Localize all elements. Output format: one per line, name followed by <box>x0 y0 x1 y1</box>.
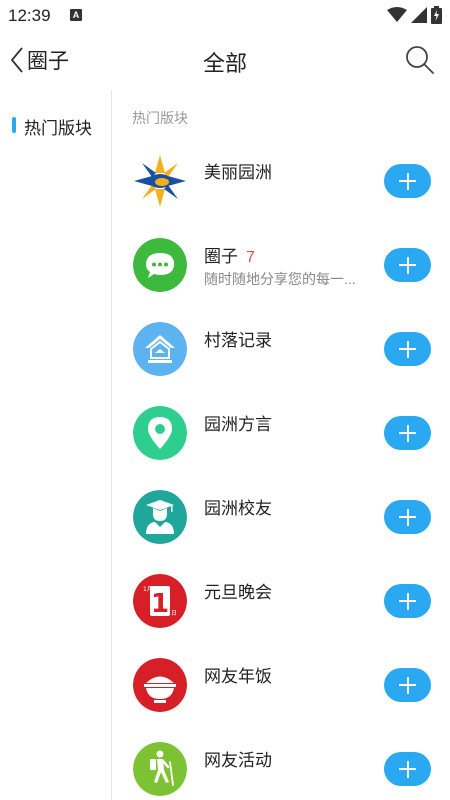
join-button[interactable] <box>384 164 431 198</box>
app-header: 圈子 全部 <box>0 32 450 88</box>
list-item[interactable]: 园洲校友 <box>113 486 450 570</box>
forum-list: 美丽园洲 圈子 7 随时随地分享您的每一... 村落记录 园洲方言 园洲校友 1… <box>113 150 450 800</box>
sidebar-item-label: 热门版块 <box>24 119 92 138</box>
page-title: 全部 <box>202 51 247 76</box>
item-title: 村落记录 <box>204 331 272 350</box>
join-button[interactable] <box>384 416 431 450</box>
list-item[interactable]: 圈子 7 随时随地分享您的每一... <box>113 234 450 318</box>
list-item[interactable]: 村落记录 <box>113 318 450 402</box>
item-title: 园洲方言 <box>204 415 272 434</box>
join-button[interactable] <box>384 584 431 618</box>
handshake-logo-icon <box>133 154 187 208</box>
wifi-icon <box>387 7 407 22</box>
list-item[interactable]: 园洲方言 <box>113 402 450 486</box>
search-icon <box>406 46 434 74</box>
list-item[interactable]: 网友年饭 <box>113 654 450 738</box>
graduate-icon <box>133 490 187 544</box>
list-item[interactable]: 网友活动 <box>113 738 450 800</box>
status-bar: 12:39 A <box>0 0 450 32</box>
house-icon <box>133 322 187 376</box>
section-header: 热门版块 <box>132 110 188 126</box>
join-button[interactable] <box>384 752 431 786</box>
calendar-jan-1-icon: 1月 1 日 <box>133 574 187 628</box>
status-time: 12:39 <box>8 6 51 25</box>
calendar-day-label: 1 <box>151 589 169 619</box>
post-count: 7 <box>246 249 255 266</box>
list-item[interactable]: 1月 1 日 元旦晚会 <box>113 570 450 654</box>
item-title: 元旦晚会 <box>204 583 272 602</box>
forum-list-panel: 热门版块 美丽园洲 圈子 7 随时随地分享您的每一... 村落记录 园洲方言 园… <box>113 90 450 800</box>
join-button[interactable] <box>384 500 431 534</box>
battery-charging-icon <box>431 6 442 24</box>
notification-a-icon: A <box>70 9 82 21</box>
item-description: 随时随地分享您的每一... <box>204 271 356 287</box>
item-title: 网友活动 <box>204 751 272 770</box>
item-title: 园洲校友 <box>204 499 272 518</box>
category-sidebar: 热门版块 <box>0 90 112 800</box>
signal-icon <box>411 7 427 23</box>
item-title: 网友年饭 <box>204 667 272 686</box>
item-title: 美丽园洲 <box>204 163 272 182</box>
selected-indicator <box>12 117 16 133</box>
chat-bubble-icon <box>133 238 187 292</box>
status-icons <box>387 6 442 24</box>
hiker-icon <box>133 742 187 796</box>
join-button[interactable] <box>384 668 431 702</box>
calendar-unit-label: 日 <box>171 610 177 617</box>
sidebar-item-hot[interactable]: 热门版块 <box>0 112 111 140</box>
join-button[interactable] <box>384 248 431 282</box>
item-title: 圈子 7 <box>204 247 255 266</box>
search-button[interactable] <box>404 44 436 76</box>
join-button[interactable] <box>384 332 431 366</box>
location-pin-icon <box>133 406 187 460</box>
rice-bowl-icon <box>133 658 187 712</box>
list-item[interactable]: 美丽园洲 <box>113 150 450 234</box>
